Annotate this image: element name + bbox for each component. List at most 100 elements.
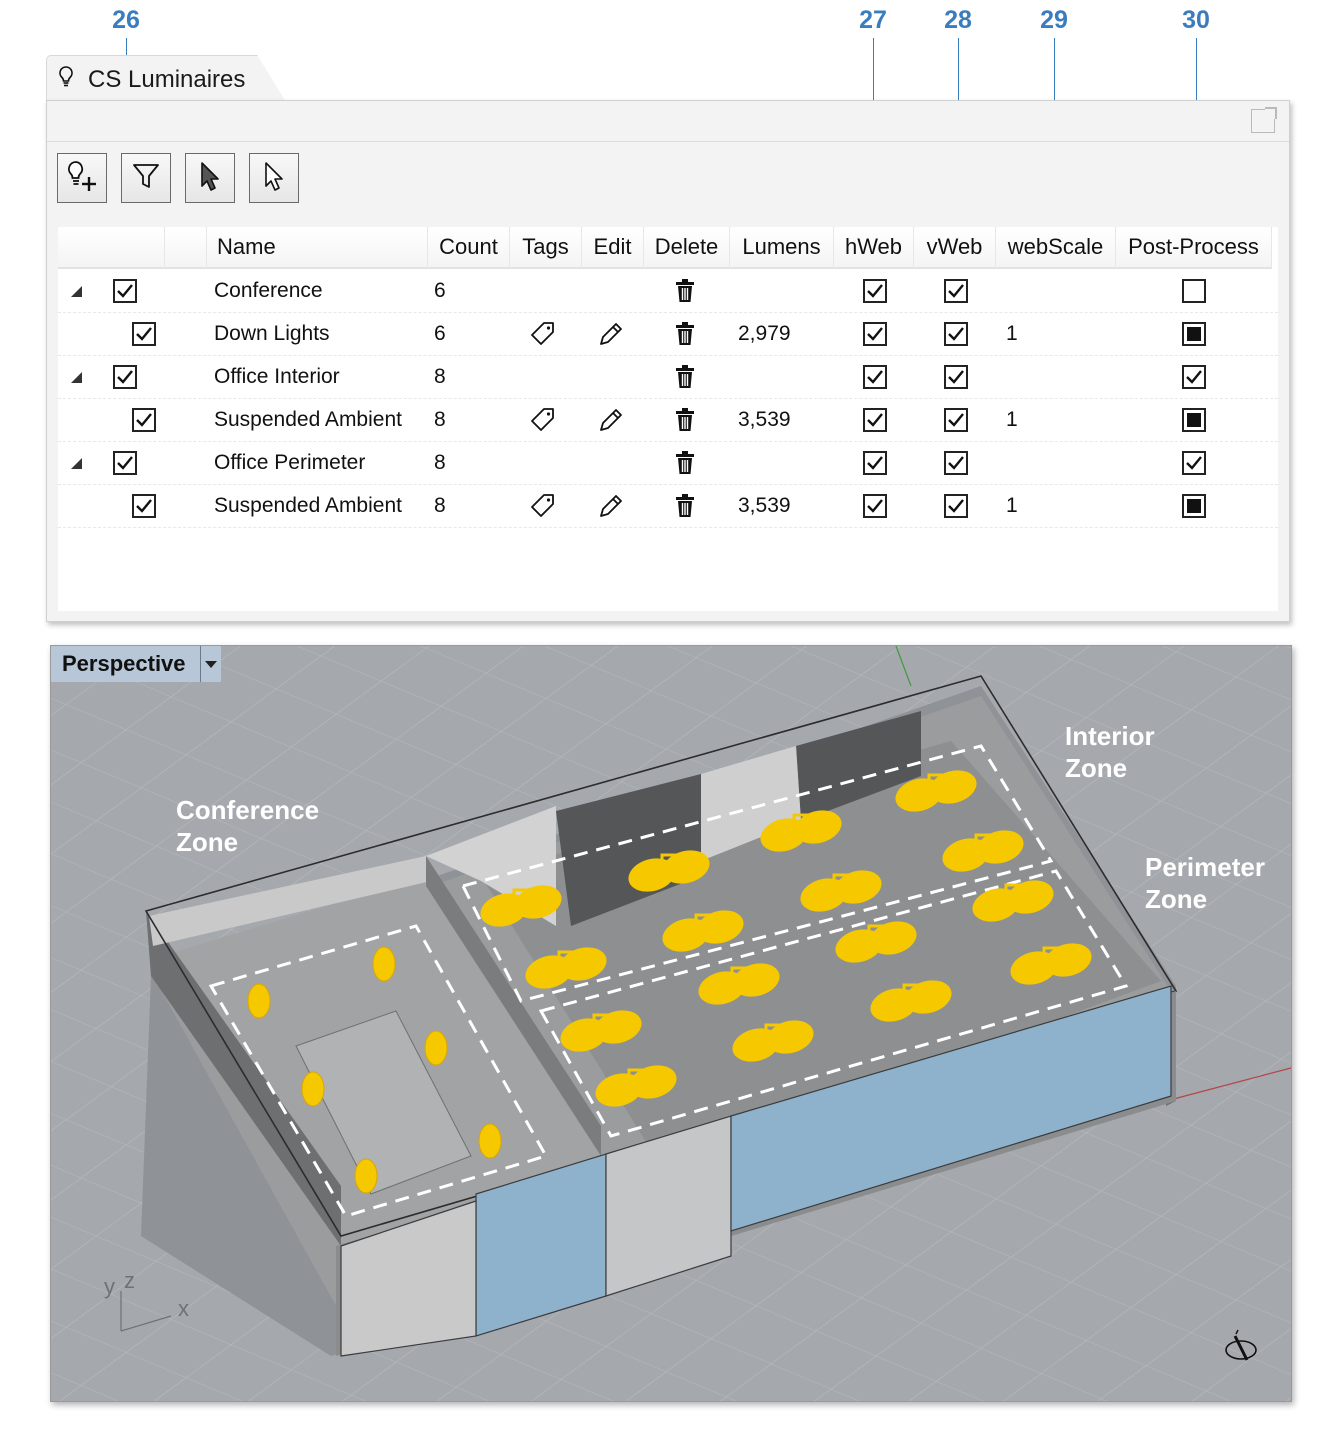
callout-30: 30 <box>1182 6 1210 34</box>
trash-icon[interactable] <box>670 356 700 398</box>
callout-28: 28 <box>944 6 972 34</box>
enable-checkbox[interactable] <box>132 322 156 346</box>
post-process-cell <box>1182 442 1206 484</box>
header-lumens[interactable]: Lumens <box>730 227 834 269</box>
enable-cell <box>132 313 156 355</box>
enable-checkbox[interactable] <box>113 451 137 475</box>
down-light[interactable] <box>424 1030 448 1066</box>
hweb-checkbox[interactable] <box>863 279 887 303</box>
name-cell: Office Perimeter <box>214 451 366 474</box>
header-vweb[interactable]: vWeb <box>914 227 996 269</box>
header-hweb[interactable]: hWeb <box>834 227 914 269</box>
pencil-icon[interactable] <box>596 313 626 355</box>
enable-cell <box>132 485 156 527</box>
table-row[interactable]: Suspended Ambient 8 3,539 1 <box>58 485 1278 528</box>
header-webscale[interactable]: webScale <box>996 227 1116 269</box>
post-process-checkbox[interactable] <box>1182 365 1206 389</box>
viewport-label[interactable]: Perspective <box>51 646 221 682</box>
trash-icon[interactable] <box>670 313 700 355</box>
post-process-checkbox[interactable] <box>1182 494 1206 518</box>
vweb-checkbox[interactable] <box>944 279 968 303</box>
header-delete[interactable]: Delete <box>644 227 730 269</box>
vweb-checkbox[interactable] <box>944 494 968 518</box>
down-light[interactable] <box>354 1158 378 1194</box>
expand-cell <box>71 442 82 484</box>
hweb-checkbox[interactable] <box>863 322 887 346</box>
filter-button[interactable] <box>121 153 171 203</box>
hweb-checkbox[interactable] <box>863 494 887 518</box>
header-tags[interactable]: Tags <box>510 227 582 269</box>
webscale-cell: 1 <box>1006 408 1018 431</box>
enable-cell <box>132 399 156 441</box>
hweb-cell <box>863 270 887 312</box>
vweb-checkbox[interactable] <box>944 408 968 432</box>
enable-checkbox[interactable] <box>132 408 156 432</box>
axis-x-label: x <box>178 1296 189 1321</box>
hweb-cell <box>863 399 887 441</box>
post-process-cell <box>1182 270 1206 312</box>
interior-zone-label: Interior Zone <box>1065 720 1155 784</box>
zone-label-line: Zone <box>1065 753 1128 783</box>
vweb-checkbox[interactable] <box>944 451 968 475</box>
expand-triangle-icon[interactable] <box>71 457 82 469</box>
select-arrow-icon <box>193 159 227 198</box>
name-cell: Suspended Ambient <box>214 408 402 431</box>
trash-icon[interactable] <box>670 442 700 484</box>
table-row[interactable]: Suspended Ambient 8 3,539 1 <box>58 399 1278 442</box>
vweb-checkbox[interactable] <box>944 322 968 346</box>
header-post-process[interactable]: Post-Process <box>1116 227 1272 269</box>
down-light[interactable] <box>372 946 396 982</box>
hweb-checkbox[interactable] <box>863 365 887 389</box>
count-cell: 6 <box>434 279 446 302</box>
post-process-cell <box>1182 356 1206 398</box>
post-process-checkbox[interactable] <box>1182 408 1206 432</box>
popout-icon[interactable] <box>1251 107 1277 133</box>
trash-icon[interactable] <box>670 270 700 312</box>
down-light[interactable] <box>247 983 271 1019</box>
select-button[interactable] <box>185 153 235 203</box>
expand-triangle-icon[interactable] <box>71 371 82 383</box>
vweb-checkbox[interactable] <box>944 365 968 389</box>
webscale-cell: 1 <box>1006 494 1018 517</box>
add-luminaire-button[interactable] <box>57 153 107 203</box>
lumens-cell: 3,539 <box>738 408 791 431</box>
vweb-cell <box>944 356 968 398</box>
trash-icon[interactable] <box>670 399 700 441</box>
lumens-cell: 3,539 <box>738 494 791 517</box>
select-outline-button[interactable] <box>249 153 299 203</box>
expand-triangle-icon[interactable] <box>71 285 82 297</box>
hweb-checkbox[interactable] <box>863 408 887 432</box>
trash-icon[interactable] <box>670 485 700 527</box>
pencil-icon[interactable] <box>596 485 626 527</box>
hweb-checkbox[interactable] <box>863 451 887 475</box>
enable-checkbox[interactable] <box>132 494 156 518</box>
chevron-down-icon[interactable] <box>200 646 221 682</box>
pencil-icon[interactable] <box>596 399 626 441</box>
tag-icon[interactable] <box>528 485 558 527</box>
luminaire-table: Name Count Tags Edit Delete Lumens hWeb … <box>58 227 1278 611</box>
post-process-cell <box>1182 313 1206 355</box>
tag-icon[interactable] <box>528 313 558 355</box>
group-row[interactable]: Office Interior 8 <box>58 356 1278 399</box>
post-process-checkbox[interactable] <box>1182 451 1206 475</box>
header-name[interactable]: Name <box>207 227 428 269</box>
compass-icon[interactable] <box>1223 1328 1259 1364</box>
down-light[interactable] <box>301 1071 325 1107</box>
table-row[interactable]: Down Lights 6 2,979 1 <box>58 313 1278 356</box>
name-cell: Down Lights <box>214 322 330 345</box>
perspective-viewport[interactable]: Perspective Conference Zone Interior Zon… <box>50 645 1292 1402</box>
header-edit[interactable]: Edit <box>582 227 644 269</box>
zone-label-line: Zone <box>176 827 239 857</box>
header-count[interactable]: Count <box>428 227 510 269</box>
tag-icon[interactable] <box>528 399 558 441</box>
down-light[interactable] <box>478 1123 502 1159</box>
checkbox-fill <box>1187 413 1201 427</box>
hweb-cell <box>863 356 887 398</box>
post-process-checkbox[interactable] <box>1182 322 1206 346</box>
group-row[interactable]: Conference 6 <box>58 270 1278 313</box>
group-row[interactable]: Office Perimeter 8 <box>58 442 1278 485</box>
enable-checkbox[interactable] <box>113 365 137 389</box>
callout-26: 26 <box>112 6 140 34</box>
post-process-checkbox[interactable] <box>1182 279 1206 303</box>
enable-checkbox[interactable] <box>113 279 137 303</box>
